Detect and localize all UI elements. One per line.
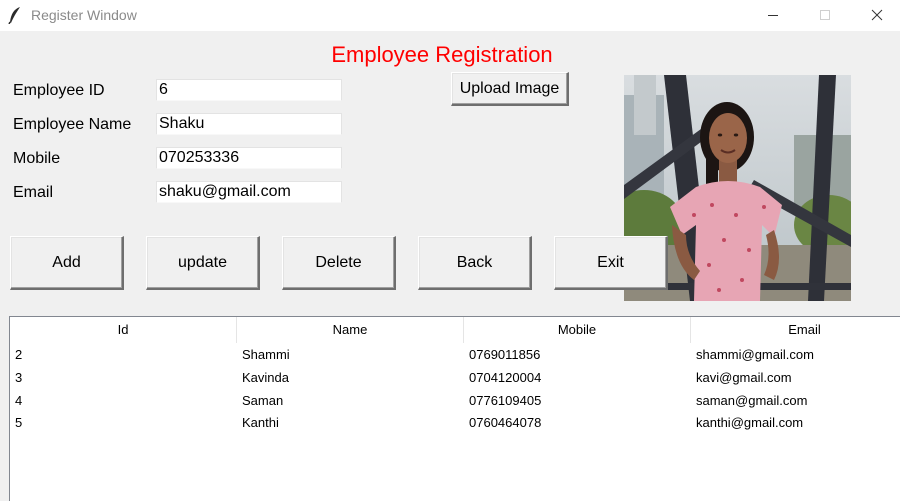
table-row[interactable]: 4 Saman 0776109405 saman@gmail.com bbox=[10, 390, 900, 412]
employee-name-label: Employee Name bbox=[13, 116, 132, 133]
cell-email: saman@gmail.com bbox=[696, 393, 808, 408]
employee-table[interactable]: Id Name Mobile Email 2 Shammi 0769011856… bbox=[9, 316, 900, 501]
column-header-id[interactable]: Id bbox=[10, 317, 237, 343]
column-header-name[interactable]: Name bbox=[237, 317, 464, 343]
cell-id: 2 bbox=[15, 347, 23, 362]
minimize-icon bbox=[768, 15, 778, 16]
cell-mobile: 0769011856 bbox=[469, 347, 541, 362]
cell-id: 4 bbox=[15, 393, 23, 408]
page-title: Employee Registration bbox=[331, 42, 553, 67]
column-header-email[interactable]: Email bbox=[691, 317, 900, 343]
table-row[interactable]: 3 Kavinda 0704120004 kavi@gmail.com bbox=[10, 367, 900, 389]
cell-name: Saman bbox=[242, 393, 284, 408]
upload-image-button[interactable]: Upload Image bbox=[451, 72, 569, 106]
cell-id: 3 bbox=[15, 370, 23, 385]
maximize-button[interactable] bbox=[802, 0, 848, 31]
feather-icon bbox=[8, 7, 20, 24]
mobile-input[interactable] bbox=[156, 147, 342, 169]
table-row[interactable]: 2 Shammi 0769011856 shammi@gmail.com bbox=[10, 344, 900, 366]
exit-button[interactable]: Exit bbox=[554, 236, 668, 290]
employee-name-input[interactable] bbox=[156, 113, 342, 135]
column-header-mobile[interactable]: Mobile bbox=[464, 317, 691, 343]
cell-id: 5 bbox=[15, 415, 23, 430]
email-label: Email bbox=[13, 184, 54, 201]
employee-id-label: Employee ID bbox=[13, 82, 105, 99]
mobile-label: Mobile bbox=[13, 150, 61, 167]
email-input[interactable] bbox=[156, 181, 342, 203]
update-button[interactable]: update bbox=[146, 236, 260, 290]
title-bar: Register Window bbox=[0, 0, 900, 31]
table-row[interactable]: 5 Kanthi 0760464078 kanthi@gmail.com bbox=[10, 412, 900, 434]
add-button[interactable]: Add bbox=[10, 236, 124, 290]
cell-email: shammi@gmail.com bbox=[696, 347, 814, 362]
employee-id-input[interactable] bbox=[156, 79, 342, 101]
cell-name: Kavinda bbox=[242, 370, 289, 385]
maximize-icon bbox=[820, 10, 830, 20]
cell-name: Shammi bbox=[242, 347, 290, 362]
back-button[interactable]: Back bbox=[418, 236, 532, 290]
table-header: Id Name Mobile Email bbox=[10, 317, 900, 343]
minimize-button[interactable] bbox=[750, 0, 796, 31]
cell-mobile: 0776109405 bbox=[469, 393, 542, 408]
window-title: Register Window bbox=[31, 7, 137, 23]
cell-name: Kanthi bbox=[242, 415, 279, 430]
delete-button[interactable]: Delete bbox=[282, 236, 396, 290]
cell-email: kavi@gmail.com bbox=[696, 370, 792, 385]
cell-mobile: 0760464078 bbox=[469, 415, 542, 430]
close-icon bbox=[871, 9, 883, 21]
cell-mobile: 0704120004 bbox=[469, 370, 542, 385]
close-button[interactable] bbox=[854, 0, 900, 31]
cell-email: kanthi@gmail.com bbox=[696, 415, 804, 430]
